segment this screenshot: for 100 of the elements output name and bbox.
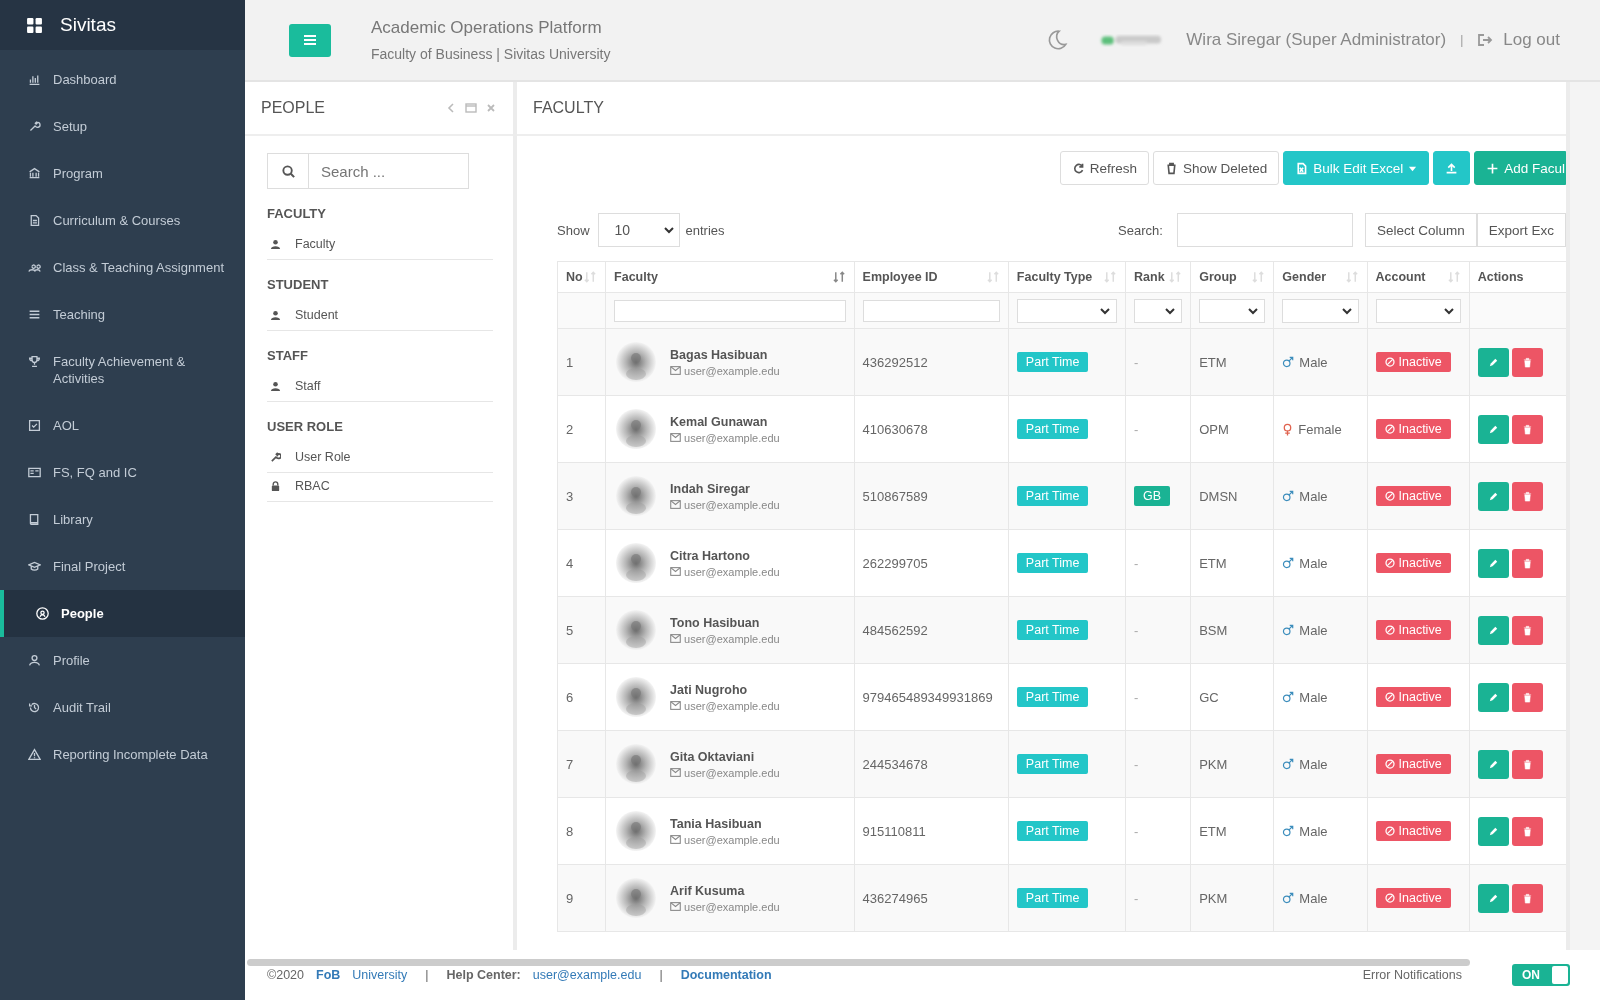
column-header[interactable]: Gender xyxy=(1273,261,1367,293)
sidebar-item[interactable]: Library xyxy=(0,496,245,543)
sidebar-item[interactable]: Setup xyxy=(0,103,245,150)
scrollbar[interactable] xyxy=(247,959,1470,966)
column-header[interactable]: Group xyxy=(1190,261,1274,293)
sidebar-item[interactable]: Curriculum & Courses xyxy=(0,197,245,244)
sidebar-item[interactable]: AOL xyxy=(0,402,245,449)
close-icon[interactable] xyxy=(485,102,497,114)
plus-icon xyxy=(1486,161,1500,175)
sidebar-item[interactable]: Class & Teaching Assignment xyxy=(0,244,245,291)
people-menu-item[interactable]: Staff xyxy=(267,373,493,402)
delete-button[interactable] xyxy=(1511,749,1543,779)
toolbar-button[interactable]: Show Deleted xyxy=(1153,151,1280,185)
table-cell: 915110811 xyxy=(854,797,1009,865)
sidebar-item[interactable]: People xyxy=(0,590,245,637)
edit-button[interactable] xyxy=(1477,481,1509,511)
filter-field[interactable] xyxy=(862,299,1000,322)
envelope-icon xyxy=(670,902,682,911)
column-header[interactable]: Account xyxy=(1367,261,1470,293)
ban-icon xyxy=(1384,893,1395,903)
sidebar-item[interactable]: Final Project xyxy=(0,543,245,590)
sidebar-item[interactable]: Program xyxy=(0,150,245,197)
maximize-icon[interactable] xyxy=(465,102,477,114)
column-header[interactable]: No xyxy=(557,261,606,293)
sidebar-item[interactable]: Reporting Incomplete Data xyxy=(0,731,245,778)
table-cell: 5 xyxy=(557,596,606,664)
edit-button[interactable] xyxy=(1477,682,1509,712)
org-link[interactable]: FoB xyxy=(316,968,341,982)
moon-icon[interactable] xyxy=(1046,29,1069,51)
edit-button[interactable] xyxy=(1477,749,1509,779)
table-cell: 3 xyxy=(557,462,606,530)
delete-button[interactable] xyxy=(1511,682,1543,712)
filter-select[interactable] xyxy=(1375,298,1461,323)
rank-text: - xyxy=(1134,890,1139,906)
delete-button[interactable] xyxy=(1511,347,1543,377)
search-field[interactable]: Search ... xyxy=(309,153,469,189)
table-cell: 979465489349931869 xyxy=(854,663,1009,731)
delete-button[interactable] xyxy=(1511,615,1543,645)
help-email-link[interactable]: user@example.edu xyxy=(532,968,642,982)
pencil-icon xyxy=(1487,892,1499,904)
collapse-icon[interactable] xyxy=(445,102,457,114)
ban-icon xyxy=(1384,759,1395,769)
faculty-name: Gita Oktaviani xyxy=(670,749,756,764)
user-icon xyxy=(270,309,281,321)
people-menu-item[interactable]: RBAC xyxy=(267,473,493,502)
sidebar-item[interactable]: Faculty Achievement & Activities xyxy=(0,338,245,402)
sidebar-item[interactable]: Audit Trail xyxy=(0,684,245,731)
edit-button[interactable] xyxy=(1477,548,1509,578)
table-cell: 244534678 xyxy=(854,730,1009,798)
filter-select[interactable] xyxy=(1016,298,1118,323)
menu-button[interactable] xyxy=(289,23,331,57)
column-header[interactable]: Employee ID xyxy=(854,261,1009,293)
documentation-link[interactable]: Documentation xyxy=(680,968,772,982)
table-search-field[interactable] xyxy=(1176,213,1353,247)
sidebar-item[interactable]: Teaching xyxy=(0,291,245,338)
filter-field[interactable] xyxy=(614,299,846,322)
column-button[interactable]: Select Column xyxy=(1364,213,1477,247)
faculty-name: Bagas Hasibuan xyxy=(670,347,769,362)
trash-icon xyxy=(1521,557,1533,569)
sidebar-item[interactable]: Dashboard xyxy=(0,56,245,103)
male-icon xyxy=(1282,624,1295,636)
table-cell: 436292512 xyxy=(854,328,1009,396)
delete-button[interactable] xyxy=(1511,548,1543,578)
search-label: Search: xyxy=(1118,222,1163,238)
edit-button[interactable] xyxy=(1477,347,1509,377)
delete-button[interactable] xyxy=(1511,414,1543,444)
account-status-badge: Inactive xyxy=(1375,553,1451,573)
account-status-badge: Inactive xyxy=(1375,687,1451,707)
sidebar-item[interactable]: Profile xyxy=(0,637,245,684)
university-link[interactable]: University xyxy=(352,968,408,982)
column-button[interactable]: Export Exc xyxy=(1476,213,1566,247)
faculty-email: user@example.edu xyxy=(684,565,780,578)
upload-button[interactable] xyxy=(1433,151,1471,185)
male-icon xyxy=(1282,892,1295,904)
edit-button[interactable] xyxy=(1477,615,1509,645)
column-header[interactable]: Rank xyxy=(1125,261,1191,293)
people-menu-item[interactable]: User Role xyxy=(267,444,493,473)
people-menu-item[interactable]: Student xyxy=(267,302,493,331)
column-header[interactable]: Faculty Type xyxy=(1008,261,1126,293)
edit-button[interactable] xyxy=(1477,816,1509,846)
delete-button[interactable] xyxy=(1511,816,1543,846)
ban-icon xyxy=(1384,357,1395,367)
edit-button[interactable] xyxy=(1477,883,1509,913)
column-header[interactable]: Faculty xyxy=(605,261,855,293)
toolbar-button[interactable]: Refresh xyxy=(1059,151,1150,185)
search-button[interactable] xyxy=(267,153,309,189)
envelope-icon xyxy=(670,433,682,442)
filter-select[interactable] xyxy=(1282,298,1359,323)
filter-select[interactable] xyxy=(1199,298,1266,323)
delete-button[interactable] xyxy=(1511,481,1543,511)
sidebar-item[interactable]: FS, FQ and IC xyxy=(0,449,245,496)
faculty-type-badge: Part Time xyxy=(1016,687,1089,707)
male-icon xyxy=(1282,356,1295,368)
filter-select[interactable] xyxy=(1134,298,1183,323)
table-cell: ETM xyxy=(1190,529,1274,597)
entries-select[interactable]: 10 xyxy=(597,213,680,247)
chevron-down-icon xyxy=(1165,305,1176,316)
people-menu-item[interactable]: Faculty xyxy=(267,231,493,260)
delete-button[interactable] xyxy=(1511,883,1543,913)
edit-button[interactable] xyxy=(1477,414,1509,444)
